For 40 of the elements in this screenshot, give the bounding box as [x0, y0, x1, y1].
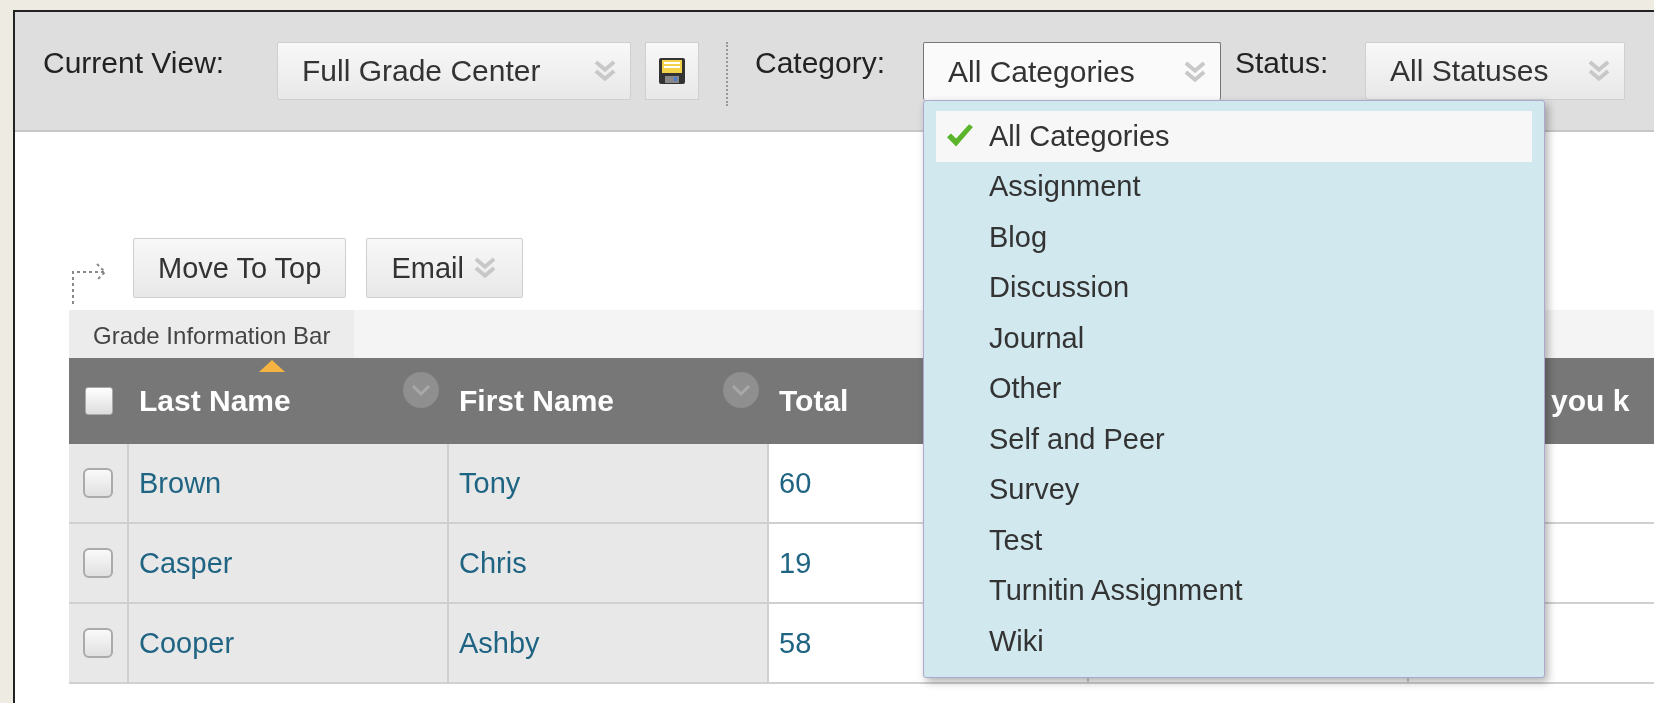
status-dropdown[interactable]: All Statuses — [1365, 42, 1625, 100]
menu-item[interactable]: Discussion — [936, 262, 1532, 313]
chevron-icon — [592, 58, 618, 84]
column-header[interactable]: First Name — [449, 358, 769, 444]
table-cell: 60 — [779, 466, 812, 500]
category-label: Category: — [755, 46, 887, 80]
status-label: Status: — [1235, 46, 1330, 80]
menu-item[interactable]: Self and Peer — [936, 414, 1532, 465]
menu-item[interactable]: Other — [936, 363, 1532, 414]
menu-item[interactable]: Test — [936, 515, 1532, 566]
row-checkbox[interactable] — [83, 628, 113, 658]
table-cell[interactable]: Tony — [459, 466, 521, 500]
menu-item[interactable]: Survey — [936, 464, 1532, 515]
table-cell: 19 — [779, 546, 812, 580]
table-cell[interactable]: Casper — [139, 546, 233, 580]
info-bar-tab[interactable]: Grade Information Bar — [69, 310, 355, 358]
menu-item[interactable]: Blog — [936, 212, 1532, 263]
menu-item[interactable]: Wiki — [936, 616, 1532, 667]
select-all-checkbox[interactable] — [85, 387, 113, 415]
save-button[interactable] — [645, 42, 699, 100]
column-menu-icon[interactable] — [403, 372, 439, 408]
category-dropdown[interactable]: All Categories — [923, 42, 1221, 100]
menu-item[interactable]: All Categories — [936, 111, 1532, 162]
email-menu-button[interactable]: Email — [366, 238, 523, 298]
menu-item[interactable]: Assignment — [936, 161, 1532, 212]
column-header[interactable]: Last Name — [129, 358, 449, 444]
row-checkbox[interactable] — [83, 468, 113, 498]
table-cell[interactable]: Chris — [459, 546, 527, 580]
move-to-top-button[interactable]: Move To Top — [133, 238, 347, 298]
menu-item[interactable]: Journal — [936, 313, 1532, 364]
menu-item[interactable]: Turnitin Assignment — [936, 565, 1532, 616]
current-view-label: Current View: — [43, 46, 226, 80]
column-menu-icon[interactable] — [723, 372, 759, 408]
chevron-icon — [1586, 58, 1612, 84]
table-cell[interactable]: Brown — [139, 466, 222, 500]
table-cell[interactable]: Cooper — [139, 626, 235, 660]
current-view-dropdown[interactable]: Full Grade Center — [277, 42, 631, 100]
table-cell[interactable]: Ashby — [459, 626, 540, 660]
row-checkbox[interactable] — [83, 548, 113, 578]
table-cell: 58 — [779, 626, 812, 660]
